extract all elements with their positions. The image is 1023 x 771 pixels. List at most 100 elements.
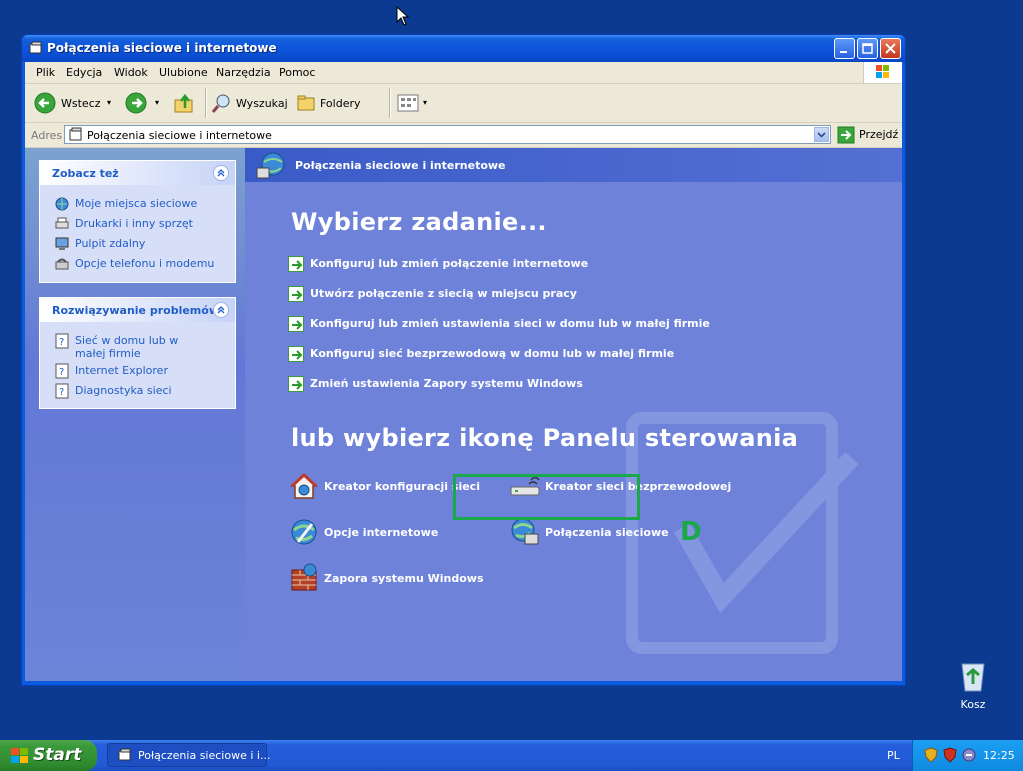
title-bar[interactable]: Połączenia sieciowe i internetowe (22, 35, 905, 62)
printer-icon (55, 217, 69, 229)
taskbar: Start Połączenia sieciowe i i... PL 12:2… (0, 740, 1023, 771)
task-label: Zmień ustawienia Zapory systemu Windows (310, 377, 583, 390)
address-value: Połączenia sieciowe i internetowe (87, 129, 272, 142)
folders-icon (297, 95, 315, 111)
minimize-icon (840, 51, 847, 53)
see-also-header[interactable]: Zobacz też (40, 161, 235, 185)
folders-button[interactable]: Foldery (295, 92, 365, 114)
network-status-icon[interactable] (961, 747, 977, 763)
pick-icon-heading: lub wybierz ikonę Panelu sterowania (291, 424, 799, 452)
views-icon (397, 94, 419, 112)
window-title: Połączenia sieciowe i internetowe (47, 41, 277, 55)
svg-text:?: ? (59, 387, 64, 398)
chevron-down-icon[interactable]: ▾ (155, 98, 159, 107)
language-indicator[interactable]: PL (887, 749, 900, 762)
forward-arrow-icon (125, 92, 147, 114)
task-label: Konfiguruj sieć bezprzewodową w domu lub… (310, 347, 675, 360)
windows-logo-icon (863, 62, 902, 83)
green-arrow-icon (288, 256, 304, 272)
address-dropdown-button[interactable] (814, 127, 829, 142)
folder-network-icon (118, 748, 131, 761)
taskbar-window-button[interactable]: Połączenia sieciowe i i... (107, 743, 270, 767)
go-button[interactable]: Przejdź (837, 126, 898, 144)
menu-favorites[interactable]: Ulubione (159, 66, 208, 79)
up-folder-button[interactable] (173, 92, 197, 114)
search-icon (211, 94, 230, 113)
sidebar-item-label: Opcje telefonu i modemu (75, 257, 215, 270)
go-label: Przejdź (859, 128, 899, 141)
clock[interactable]: 12:25 (983, 749, 1015, 762)
start-label: Start (33, 745, 82, 765)
security-shield-icon[interactable] (923, 747, 939, 763)
address-bar: Adres Połączenia sieciowe i internetowe … (25, 123, 902, 148)
maximize-icon (862, 43, 873, 54)
menu-bar: Plik Edycja Widok Ulubione Narzędzia Pom… (25, 62, 902, 84)
system-tray: 12:25 (912, 740, 1023, 771)
green-arrow-icon (288, 286, 304, 302)
network-globe-icon (256, 152, 285, 179)
maximize-button[interactable] (857, 38, 878, 59)
menu-help[interactable]: Pomoc (279, 66, 315, 79)
search-button[interactable]: Wyszukaj (211, 92, 291, 114)
green-arrow-icon (288, 376, 304, 392)
help-icon: ? (55, 363, 69, 379)
search-label: Wyszukaj (236, 97, 288, 110)
sidebar-item-label: Moje miejsca sieciowe (75, 197, 198, 210)
menu-file[interactable]: Plik (36, 66, 55, 79)
content-area: Zobacz też Moje miejsca sieciowe Drukark… (25, 148, 902, 681)
up-folder-icon (174, 93, 193, 113)
menu-tools[interactable]: Narzędzia (216, 66, 271, 79)
sidebar-item-label: Pulpit zdalny (75, 237, 146, 250)
views-button[interactable]: ▾ (397, 92, 433, 114)
minimize-button[interactable] (834, 38, 855, 59)
icon-link-label: Połączenia sieciowe (545, 526, 669, 539)
help-icon: ? (55, 333, 69, 349)
close-button[interactable] (880, 38, 901, 59)
network-setup-icon (290, 472, 318, 499)
internet-options-icon (291, 519, 317, 545)
chevron-down-icon[interactable]: ▾ (423, 98, 427, 107)
green-arrow-icon (288, 316, 304, 332)
chevron-down-icon (817, 132, 826, 138)
category-pane: Połączenia sieciowe i internetowe Wybier… (245, 148, 902, 681)
troubleshooting-header[interactable]: Rozwiązywanie problemów (40, 298, 235, 322)
svg-text:?: ? (59, 337, 64, 348)
recycle-bin-label: Kosz (960, 698, 986, 711)
start-button[interactable]: Start (0, 740, 97, 771)
task-label: Konfiguruj lub zmień ustawienia sieci w … (310, 317, 710, 330)
folders-label: Foldery (320, 97, 361, 110)
chevron-down-icon[interactable]: ▾ (107, 98, 111, 107)
address-label: Adres (31, 129, 63, 142)
collapse-icon[interactable] (213, 302, 229, 318)
mouse-cursor-icon (396, 6, 410, 26)
icon-link-label: Zapora systemu Windows (324, 572, 484, 585)
toolbar-separator (205, 88, 207, 118)
security-alert-icon[interactable] (942, 747, 958, 763)
address-input[interactable]: Połączenia sieciowe i internetowe (64, 125, 831, 144)
task-label: Utwórz połączenie z siecią w miejscu pra… (310, 287, 577, 300)
folder-network-icon (69, 127, 82, 141)
toolbar: Wstecz ▾ ▾ Wyszukaj Foldery ▾ (25, 84, 902, 123)
recycle-bin-icon (961, 663, 985, 692)
sidebar-item-label: Drukarki i inny sprzęt (75, 217, 193, 230)
menu-view[interactable]: Widok (114, 66, 148, 79)
menu-edit[interactable]: Edycja (66, 66, 102, 79)
green-arrow-icon (288, 346, 304, 362)
close-icon (885, 43, 896, 54)
back-label: Wstecz (61, 97, 101, 110)
sidebar-item-label: Sieć w domu lub w małej firmie (75, 334, 179, 360)
forward-button[interactable]: ▾ (125, 92, 165, 114)
folder-network-icon (29, 41, 42, 54)
troubleshooting-box: Rozwiązywanie problemów ? Sieć w domu lu… (39, 297, 236, 409)
category-header: Połączenia sieciowe i internetowe (245, 148, 902, 182)
pick-task-heading: Wybierz zadanie... (291, 208, 547, 236)
explorer-window: Połączenia sieciowe i internetowe Plik E… (21, 34, 906, 686)
help-icon: ? (55, 383, 69, 399)
see-also-title: Zobacz też (52, 167, 119, 180)
svg-text:?: ? (59, 367, 64, 378)
phone-modem-icon (55, 258, 69, 270)
icon-link-label: Opcje internetowe (324, 526, 439, 539)
back-button[interactable]: Wstecz ▾ (34, 92, 119, 114)
collapse-icon[interactable] (213, 165, 229, 181)
recycle-bin[interactable]: Kosz (950, 658, 996, 714)
